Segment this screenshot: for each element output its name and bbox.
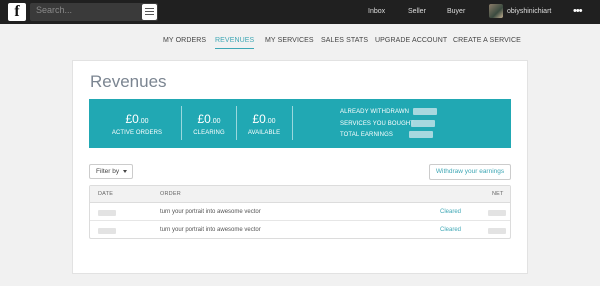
available-label: AVAILABLE <box>247 130 281 136</box>
active-orders-cents: .00 <box>138 118 149 125</box>
tab-my-orders[interactable]: MY ORDERS <box>163 37 206 49</box>
order-column-header[interactable]: ORDER <box>160 191 181 197</box>
revenues-table: DATE ORDER NET turn your portrait into a… <box>89 185 511 239</box>
tab-upgrade-account[interactable]: UPGRADE ACCOUNT <box>375 37 447 49</box>
hamburger-menu-icon[interactable] <box>142 4 157 20</box>
search-placeholder: Search... <box>36 5 73 15</box>
table-header: DATE ORDER NET <box>90 186 510 203</box>
redacted-net <box>488 210 506 216</box>
redacted-value <box>409 131 433 138</box>
clearing-amount: £0 <box>197 112 211 126</box>
table-row[interactable]: turn your portrait into awesome vector C… <box>90 222 510 239</box>
status-badge: Cleared <box>440 227 462 233</box>
available-cents: .00 <box>265 118 276 125</box>
fiverr-logo[interactable]: f <box>8 3 26 21</box>
filter-by-label: Filter by <box>96 168 120 175</box>
clearing-cents: .00 <box>210 118 221 125</box>
order-title[interactable]: turn your portrait into awesome vector <box>160 227 261 233</box>
available-stat: £0.00 AVAILABLE <box>243 112 285 137</box>
tab-create-service[interactable]: CREATE A SERVICE <box>453 37 521 49</box>
divider <box>181 106 182 140</box>
divider <box>292 106 293 140</box>
net-column-header[interactable]: NET <box>492 191 504 197</box>
nav-buyer-link[interactable]: Buyer <box>447 0 465 24</box>
active-orders-stat: £0.00 ACTIVE ORDERS <box>105 112 169 137</box>
services-bought-label: SERVICES YOU BOUGHT <box>340 121 415 127</box>
page-title: Revenues <box>90 72 167 91</box>
redacted-date <box>98 228 116 234</box>
revenue-summary-banner: £0.00 ACTIVE ORDERS £0.00 CLEARING £0.00… <box>89 99 511 148</box>
active-orders-label: ACTIVE ORDERS <box>111 130 163 136</box>
date-column-header[interactable]: DATE <box>98 191 113 197</box>
active-orders-amount: £0 <box>125 112 139 126</box>
redacted-date <box>98 210 116 216</box>
redacted-net <box>488 228 506 234</box>
more-options-icon[interactable]: ••• <box>573 0 583 22</box>
table-row[interactable]: turn your portrait into awesome vector C… <box>90 204 510 221</box>
withdraw-earnings-button[interactable]: Withdraw your earnings <box>429 164 511 180</box>
clearing-label: CLEARING <box>193 130 225 136</box>
user-avatar[interactable] <box>489 4 503 18</box>
tab-revenues[interactable]: REVENUES <box>215 37 255 49</box>
top-bar: f Search... Inbox Seller Buyer obiyshini… <box>0 0 600 24</box>
nav-inbox-link[interactable]: Inbox <box>368 0 385 24</box>
tab-my-services[interactable]: MY SERVICES <box>265 37 314 49</box>
order-title[interactable]: turn your portrait into awesome vector <box>160 209 261 215</box>
total-earnings-label: TOTAL EARNINGS <box>340 132 393 138</box>
redacted-value <box>413 108 437 115</box>
available-amount: £0 <box>252 112 266 126</box>
search-input[interactable]: Search... <box>30 3 158 21</box>
status-badge: Cleared <box>440 209 462 215</box>
tab-sales-stats[interactable]: SALES STATS <box>321 37 368 49</box>
nav-seller-link[interactable]: Seller <box>408 0 426 24</box>
redacted-value <box>411 120 435 127</box>
already-withdrawn-label: ALREADY WITHDRAWN <box>340 109 410 115</box>
clearing-stat: £0.00 CLEARING <box>189 112 229 137</box>
filter-by-dropdown[interactable]: Filter by <box>89 164 133 179</box>
username-link[interactable]: obiyshinichiart <box>507 0 551 24</box>
caret-down-icon <box>123 170 127 173</box>
divider <box>236 106 237 140</box>
